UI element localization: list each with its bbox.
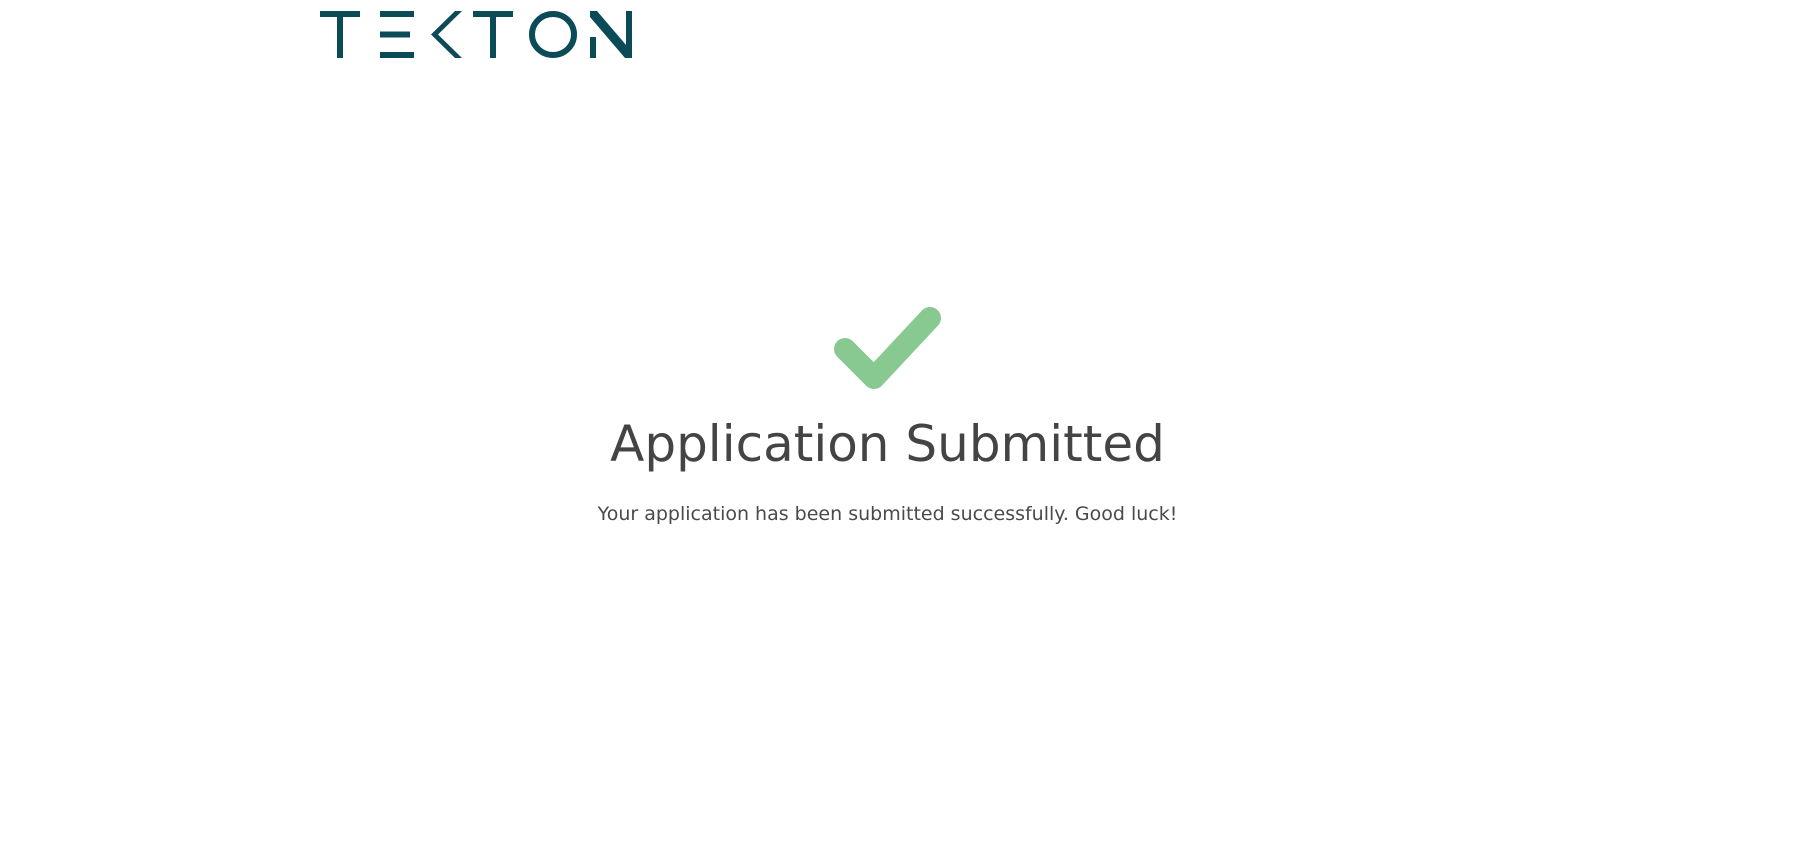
confirmation-panel: Application Submitted Your application h…	[0, 300, 1775, 526]
tekton-logo	[320, 11, 632, 58]
page: Application Submitted Your application h…	[0, 0, 1813, 857]
confirmation-message: Your application has been submitted succ…	[597, 503, 1178, 525]
brand-logo-link[interactable]	[320, 11, 632, 60]
page-title: Application Submitted	[610, 415, 1165, 473]
checkmark-icon	[833, 307, 941, 389]
